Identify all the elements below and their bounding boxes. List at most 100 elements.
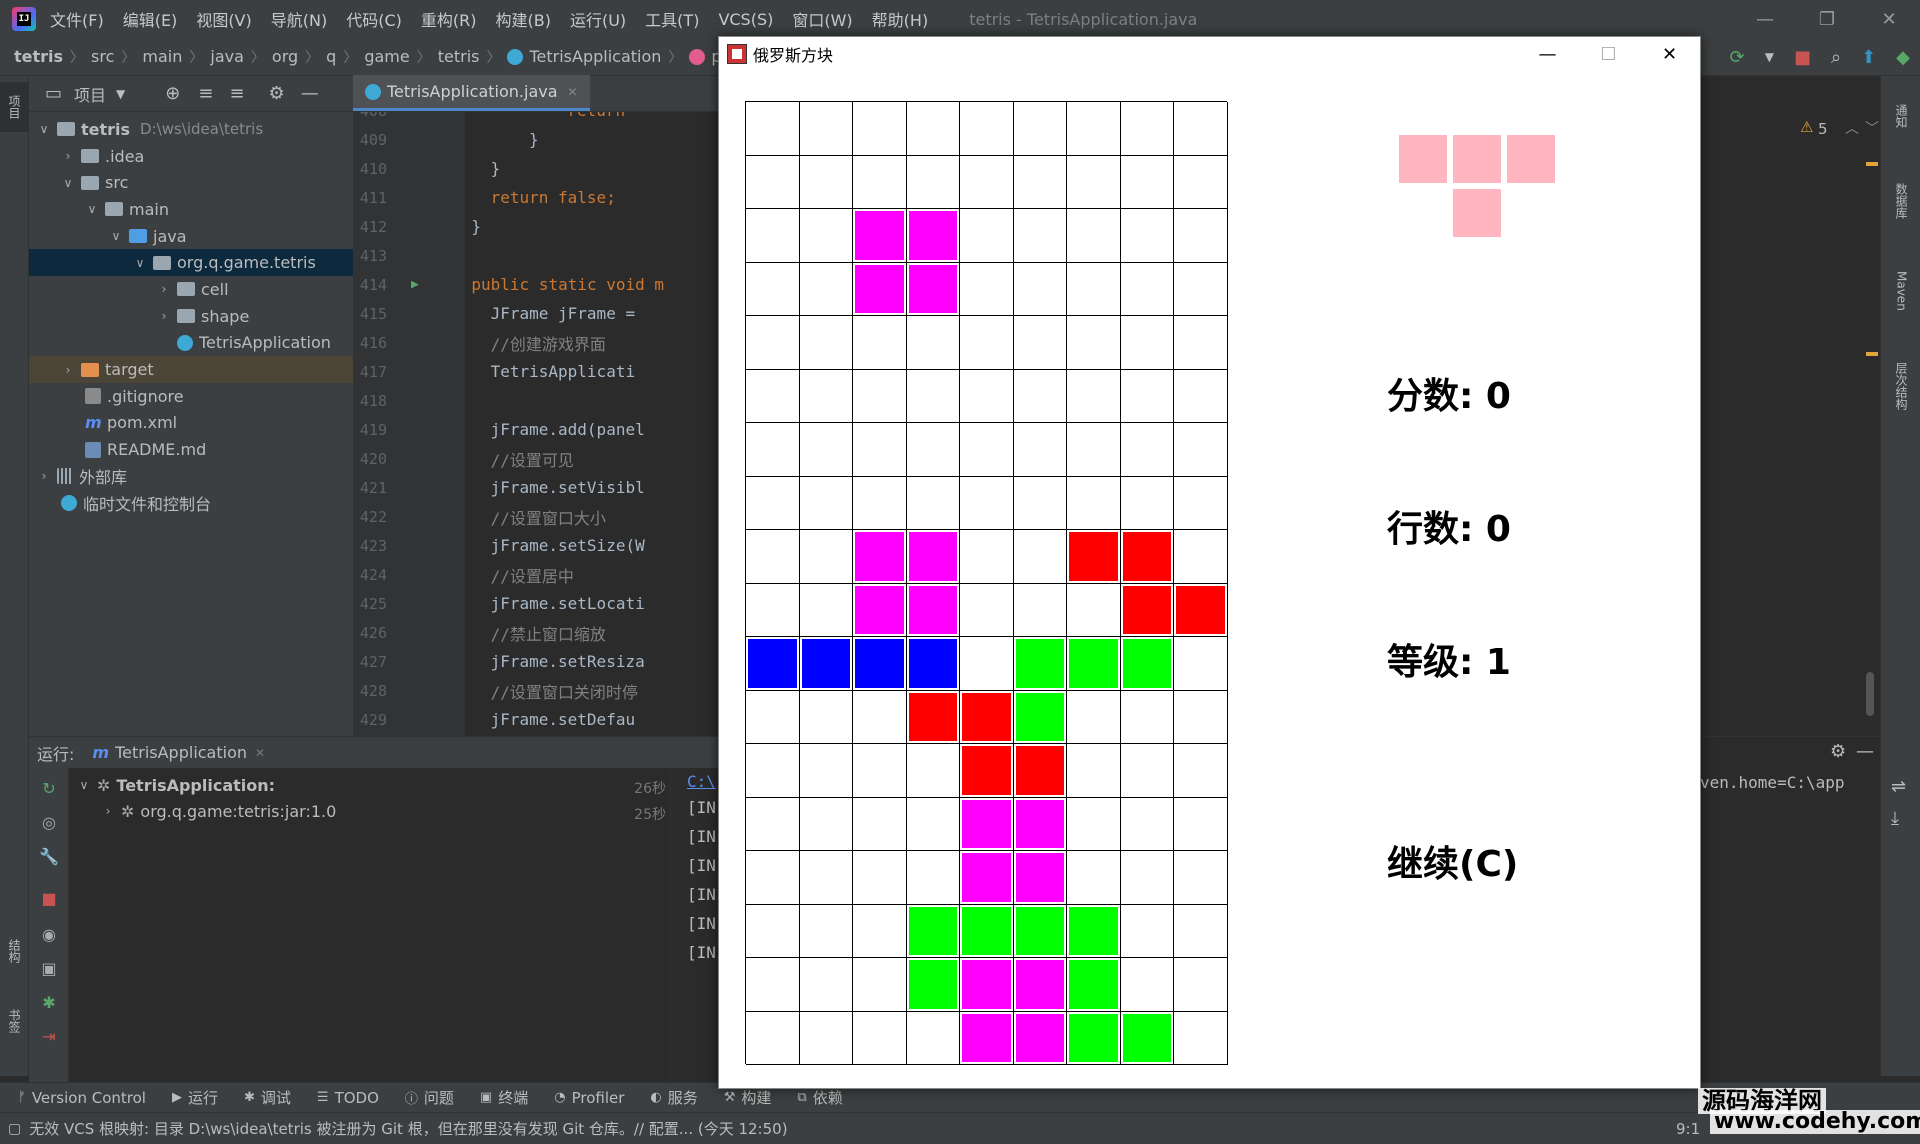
tool-tab-debug[interactable]: ✱ 调试 [244,1087,291,1108]
tool-tab-services[interactable]: ◐ 服务 [650,1087,697,1108]
tree-item-pom[interactable]: m pom.xml [29,410,353,437]
stop-icon[interactable]: ■ [39,888,59,908]
exit-icon[interactable]: ⇥ [39,1026,59,1046]
bookmarks-tool-tab[interactable]: 书签 [0,996,29,1046]
close-tab-icon[interactable]: ✕ [568,85,578,99]
stop-icon[interactable]: ■ [1794,47,1811,68]
close-tab-icon[interactable]: ✕ [255,746,265,760]
camera-icon[interactable]: ▣ [39,958,59,978]
tool-tab-version-control[interactable]: ᚠ Version Control [18,1089,146,1107]
project-panel-title[interactable]: 项目 [74,82,106,106]
update-icon[interactable]: ⬆ [1861,47,1876,68]
search-icon[interactable]: ⌕ [1831,47,1841,68]
breadcrumb-q[interactable]: q [326,47,336,66]
soft-wrap-icon[interactable]: ⇌ [1891,776,1906,797]
minimize-icon[interactable]: — [1734,0,1796,38]
menu-help[interactable]: 帮助(H) [872,7,929,31]
run-config-tab[interactable]: TetrisApplication [115,743,247,762]
breadcrumb-tetris-pkg[interactable]: tetris [438,47,480,66]
editor-tab[interactable]: TetrisApplication.java ✕ [353,75,590,111]
close-icon[interactable]: ✕ [1639,37,1700,71]
debug-run-icon[interactable]: ⟳ [1730,47,1745,68]
toggle-icon[interactable]: ◎ [39,812,59,832]
structure-tool-tab[interactable]: 结构 [0,926,29,976]
menu-view[interactable]: 视图(V) [196,7,251,31]
tree-item-tetrisapplication[interactable]: TetrisApplication [29,330,353,357]
menu-run[interactable]: 运行(U) [570,7,626,31]
breadcrumb-java[interactable]: java [210,47,244,66]
dropdown-icon[interactable]: ▼ [1765,50,1774,64]
settings-icon[interactable]: ✱ [39,992,59,1012]
menu-build[interactable]: 构建(B) [496,7,551,31]
tool-tab-problems[interactable]: ⓘ 问题 [405,1087,454,1108]
run-gutter-icon[interactable]: ▶ [411,277,419,292]
plugin-icon[interactable]: ◆ [1896,47,1910,68]
tool-tab-profiler[interactable]: ◔ Profiler [554,1089,624,1107]
maven-tool-tab[interactable]: Maven [1887,256,1916,326]
hierarchy-tool-tab[interactable]: 层次结构 [1887,346,1916,426]
tree-item-idea[interactable]: › .idea [29,143,353,170]
tree-item-shape[interactable]: › shape [29,303,353,330]
close-icon[interactable]: ✕ [1858,0,1920,38]
hide-icon[interactable]: — [1856,741,1874,762]
editor-scrollbar[interactable] [1866,672,1874,716]
tree-item-target[interactable]: › target [29,356,353,383]
notifications-tool-tab[interactable]: 通知 [1887,86,1916,146]
menu-edit[interactable]: 编辑(E) [123,7,178,31]
breadcrumb-main[interactable]: main [142,47,182,66]
tool-tab-todo[interactable]: ☰ TODO [317,1089,379,1107]
run-tree-root[interactable]: ∨ ✲ TetrisApplication: [77,772,275,798]
tree-item-external-libs[interactable]: › 外部库 [29,463,353,490]
menu-vcs[interactable]: VCS(S) [718,10,773,29]
tree-item-scratches[interactable]: 临时文件和控制台 [29,490,353,517]
breadcrumb-class[interactable]: TetrisApplication [507,47,661,66]
breadcrumb-org[interactable]: org [272,47,298,66]
menu-file[interactable]: 文件(F) [50,7,104,31]
warning-marker[interactable] [1866,352,1878,356]
restore-icon[interactable]: ❐ [1796,0,1858,38]
breadcrumb-tetris[interactable]: tetris [14,47,63,66]
warning-icon[interactable]: ⚠ [1800,118,1813,136]
code-editor[interactable]: 408return409}410}411return false;412}413… [353,112,720,736]
run-tree-child[interactable]: › ✲ org.q.game:tetris:jar:1.0 [101,798,337,824]
scroll-to-end-icon[interactable]: ⤓ [1891,808,1899,829]
breadcrumb-game[interactable]: game [364,47,409,66]
tree-item-package[interactable]: ∨ org.q.game.tetris [29,249,353,277]
expand-all-icon[interactable]: ≡ [198,83,213,104]
breadcrumb-src[interactable]: src [91,47,114,66]
chevron-down-icon[interactable]: ▼ [116,87,125,101]
rerun-icon[interactable]: ↻ [39,778,59,798]
project-tool-tab[interactable]: 项目 [0,82,29,132]
tree-item-cell[interactable]: › cell [29,276,353,303]
tree-item-main[interactable]: ∨ main [29,196,353,223]
locate-icon[interactable]: ⊕ [165,83,180,104]
hide-icon[interactable]: — [301,83,319,104]
tool-tab-dependencies[interactable]: ⧉ 依赖 [797,1087,842,1108]
gear-icon[interactable]: ⚙ [269,83,285,104]
menu-code[interactable]: 代码(C) [346,7,402,31]
tool-tab-terminal[interactable]: ▣ 终端 [480,1087,528,1108]
eye-icon[interactable]: ◉ [39,924,59,944]
caret-position[interactable]: 9:1 [1676,1120,1700,1138]
tree-item-readme[interactable]: README.md [29,436,353,463]
chevron-up-icon[interactable]: ︿ [1845,118,1859,138]
minimize-icon[interactable]: — [1517,37,1578,71]
game-status-label[interactable]: 继续(C) [1387,835,1518,887]
menu-tools[interactable]: 工具(T) [645,7,699,31]
status-message[interactable]: 无效 VCS 根映射: 目录 D:\ws\idea\tetris 被注册为 Gi… [29,1118,787,1139]
collapse-all-icon[interactable]: ≡ [229,83,244,104]
tree-item-java[interactable]: ∨ java [29,223,353,250]
database-tool-tab[interactable]: 数据库 [1887,166,1916,236]
tool-tab-build[interactable]: ⚒ 构建 [724,1087,772,1108]
wrench-icon[interactable]: 🔧 [39,846,59,866]
tree-item-tetris[interactable]: ∨ tetris D:\ws\idea\tetris [29,116,353,143]
menu-navigate[interactable]: 导航(N) [271,7,327,31]
menu-window[interactable]: 窗口(W) [792,7,852,31]
tree-item-src[interactable]: ∨ src [29,169,353,196]
console-output[interactable]: C:\ [IN [IN [IN [IN [IN [IN [670,768,720,1082]
tool-tab-run[interactable]: ▶ 运行 [172,1087,218,1108]
menu-refactor[interactable]: 重构(R) [421,7,477,31]
tree-item-gitignore[interactable]: .gitignore [29,383,353,410]
warning-marker[interactable] [1866,162,1878,166]
chevron-down-icon[interactable]: ﹀ [1865,118,1879,138]
